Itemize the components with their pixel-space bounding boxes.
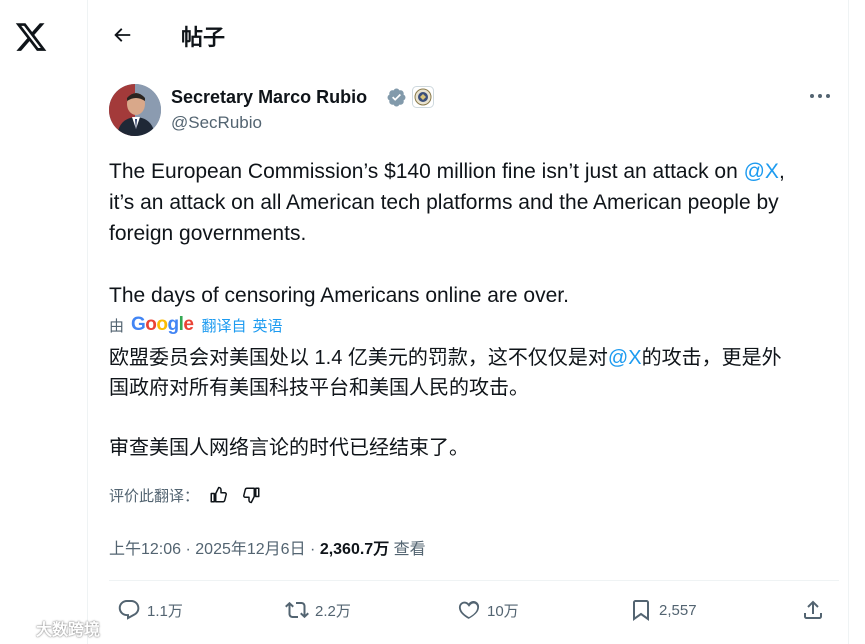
thumbs-down-button[interactable] [241,484,263,506]
avatar[interactable] [109,84,161,136]
tweet-text-line: The European Commission’s $140 million f… [109,160,744,183]
translated-from-link[interactable]: 翻译自 [201,315,246,336]
reply-count: 1.1万 [147,602,183,620]
repost-count: 2.2万 [315,602,351,620]
reply-button[interactable]: 1.1万 [117,596,183,624]
page-title: 帖子 [181,25,226,50]
watermark-text: 大数跨境 [36,622,101,639]
affiliation-seal-icon[interactable] [412,86,434,108]
translated-text-line: 审查美国人网络言论的时代已经结束了。 [109,437,469,459]
google-logo: Google [131,314,194,335]
tweet-time[interactable]: 上午12:06 [109,541,181,558]
bookmark-icon [633,600,649,621]
heart-icon [458,601,480,619]
rate-translation: 评价此翻译： [109,484,263,506]
tweet-meta: 上午12:06 · 2025年12月6日 · 2,360.7万 查看 [109,535,426,559]
more-options-button[interactable] [807,86,833,106]
mention-link[interactable]: @X [608,347,642,369]
translated-text-line: 欧盟委员会对美国处以 1.4 亿美元的罚款，这不仅仅是对 [109,347,608,369]
views-label: 查看 [393,541,426,558]
reply-icon [118,600,140,620]
tweet-date[interactable]: 2025年12月6日 [195,541,305,558]
main-column: 帖子 Secretary Marco Rubio @SecRubio The E… [89,0,849,644]
views-count: 2,360.7万 [319,541,390,558]
like-count: 10万 [487,602,519,620]
source-language-link[interactable]: 英语 [253,315,283,336]
author-name[interactable]: Secretary Marco Rubio [171,87,367,108]
author-handle[interactable]: @SecRubio [171,113,262,133]
watermark: 大数跨境 [6,616,100,640]
thumbs-up-button[interactable] [207,484,229,506]
translate-by-label: 由 [109,317,125,335]
meta-separator: · [310,541,316,558]
verified-badge-icon [387,88,406,107]
tweet-text: The European Commission’s $140 million f… [109,156,839,311]
repost-button[interactable]: 2.2万 [285,596,351,624]
share-icon [804,600,822,619]
more-icon [810,94,830,98]
mention-link[interactable]: @X [744,160,779,183]
like-button[interactable]: 10万 [457,596,519,624]
meta-separator: · [185,541,191,558]
top-bar: 帖子 [89,0,849,70]
thumbs-up-icon [210,486,228,503]
tweet-text-line: , [778,160,785,183]
translated-text-line: 的攻击，更是外 [641,347,782,369]
back-button[interactable] [105,18,139,52]
translation-attribution: 由 Google 翻译自 英语 [109,314,283,336]
tweet-text-line: foreign governments. [109,222,307,245]
x-logo-icon[interactable] [14,20,48,54]
rate-translation-label: 评价此翻译： [109,487,200,505]
bookmark-button[interactable]: 2,557 [629,596,697,624]
left-rail [0,0,88,644]
tweet-text-line: The days of censoring Americans online a… [109,284,569,307]
bookmark-count: 2,557 [659,601,697,619]
tweet-text-line: it’s an attack on all American tech plat… [109,191,779,214]
divider [109,580,839,581]
back-arrow-icon [114,28,131,42]
translated-text-line: 国政府对所有美国科技平台和美国人民的攻击。 [109,377,529,399]
share-button[interactable] [801,596,831,624]
repost-icon [285,601,309,619]
thumbs-down-icon [243,487,260,504]
translated-text: 欧盟委员会对美国处以 1.4 亿美元的罚款，这不仅仅是对@X的攻击，更是外 国政… [109,343,839,463]
watermark-logo-icon [7,621,31,635]
